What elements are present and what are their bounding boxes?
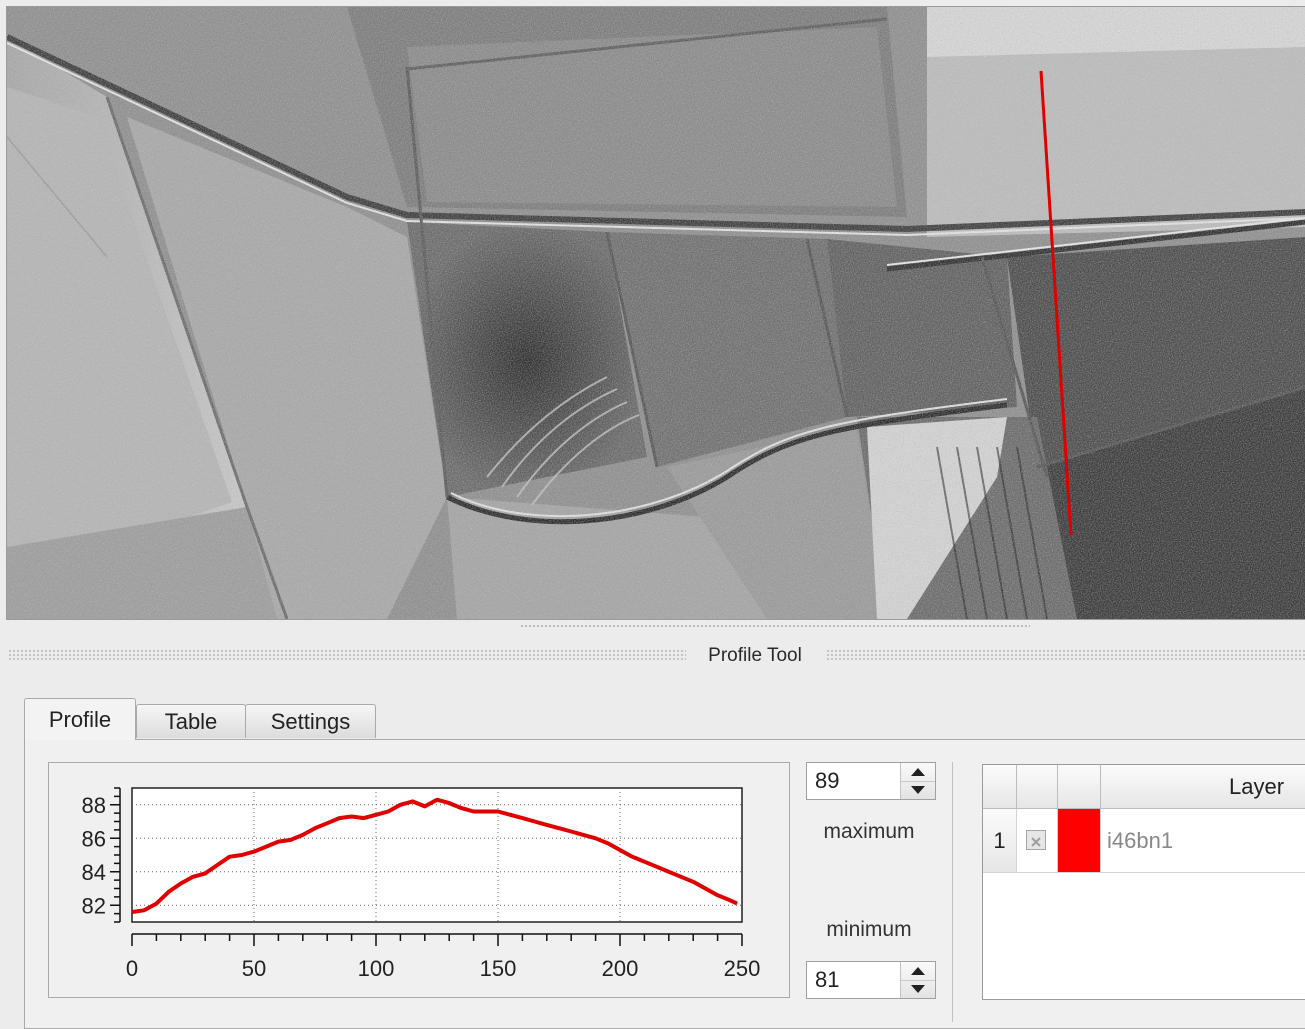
layer-color-swatch[interactable] xyxy=(1058,809,1101,873)
layer-name[interactable]: i46bn1 xyxy=(1101,809,1305,873)
row-index[interactable]: 1 xyxy=(983,809,1017,873)
minimum-up-button[interactable] xyxy=(901,962,935,981)
x-tick-label: 250 xyxy=(724,956,761,981)
x-tick-label: 200 xyxy=(602,956,639,981)
maximum-spin-buttons xyxy=(900,763,935,799)
title-grip-left xyxy=(8,649,686,661)
hillshade-raster xyxy=(7,7,1305,619)
header-layer[interactable]: Layer xyxy=(1101,765,1305,809)
minimum-down-button[interactable] xyxy=(901,980,935,998)
y-tick-label: 88 xyxy=(82,793,106,818)
maximum-down-button[interactable] xyxy=(901,781,935,799)
header-color[interactable] xyxy=(1058,765,1101,809)
profile-plot[interactable]: 0 50 100 150 200 250 82 84 86 88 xyxy=(48,762,790,998)
panel-separator xyxy=(952,762,953,1022)
cross-icon xyxy=(1031,837,1041,847)
arrow-up-icon xyxy=(911,967,925,975)
x-axis: 0 50 100 150 200 250 xyxy=(126,933,761,981)
x-tick-label: 100 xyxy=(358,956,395,981)
x-tick-label: 0 xyxy=(126,956,138,981)
tab-settings[interactable]: Settings xyxy=(245,704,376,738)
maximum-value: 89 xyxy=(815,768,840,793)
dock-title-bar[interactable]: Profile Tool xyxy=(0,640,1305,670)
visible-checkbox[interactable] xyxy=(1026,830,1046,850)
header-corner[interactable] xyxy=(983,765,1017,809)
arrow-down-icon xyxy=(911,786,925,794)
dock-splitter-handle[interactable] xyxy=(520,624,1030,629)
minimum-label: minimum xyxy=(826,918,912,941)
title-grip-right xyxy=(826,649,1305,661)
y-tick-label: 84 xyxy=(82,860,106,885)
map-canvas[interactable] xyxy=(6,6,1305,620)
arrow-down-icon xyxy=(911,985,925,993)
y-tick-label: 86 xyxy=(82,826,106,851)
maximum-label: maximum xyxy=(823,820,915,843)
minimum-spinbox[interactable]: 81 xyxy=(806,961,936,999)
y-tick-label: 82 xyxy=(82,893,106,918)
maximum-up-button[interactable] xyxy=(901,763,935,782)
y-axis: 82 84 86 88 xyxy=(82,787,121,923)
tab-table[interactable]: Table xyxy=(136,704,246,738)
minimum-value: 81 xyxy=(815,967,840,992)
row-visible-cell xyxy=(1017,809,1058,873)
plot-area xyxy=(131,787,743,923)
x-tick-label: 150 xyxy=(480,956,517,981)
minimum-spin-buttons xyxy=(900,962,935,998)
layer-table[interactable]: Layer 1 i46bn1 xyxy=(982,764,1305,1000)
tab-profile[interactable]: Profile xyxy=(24,698,136,740)
arrow-up-icon xyxy=(911,768,925,776)
dock-title: Profile Tool xyxy=(708,645,802,666)
x-tick-label: 50 xyxy=(242,956,266,981)
header-visible[interactable] xyxy=(1017,765,1058,809)
maximum-spinbox[interactable]: 89 xyxy=(806,762,936,800)
